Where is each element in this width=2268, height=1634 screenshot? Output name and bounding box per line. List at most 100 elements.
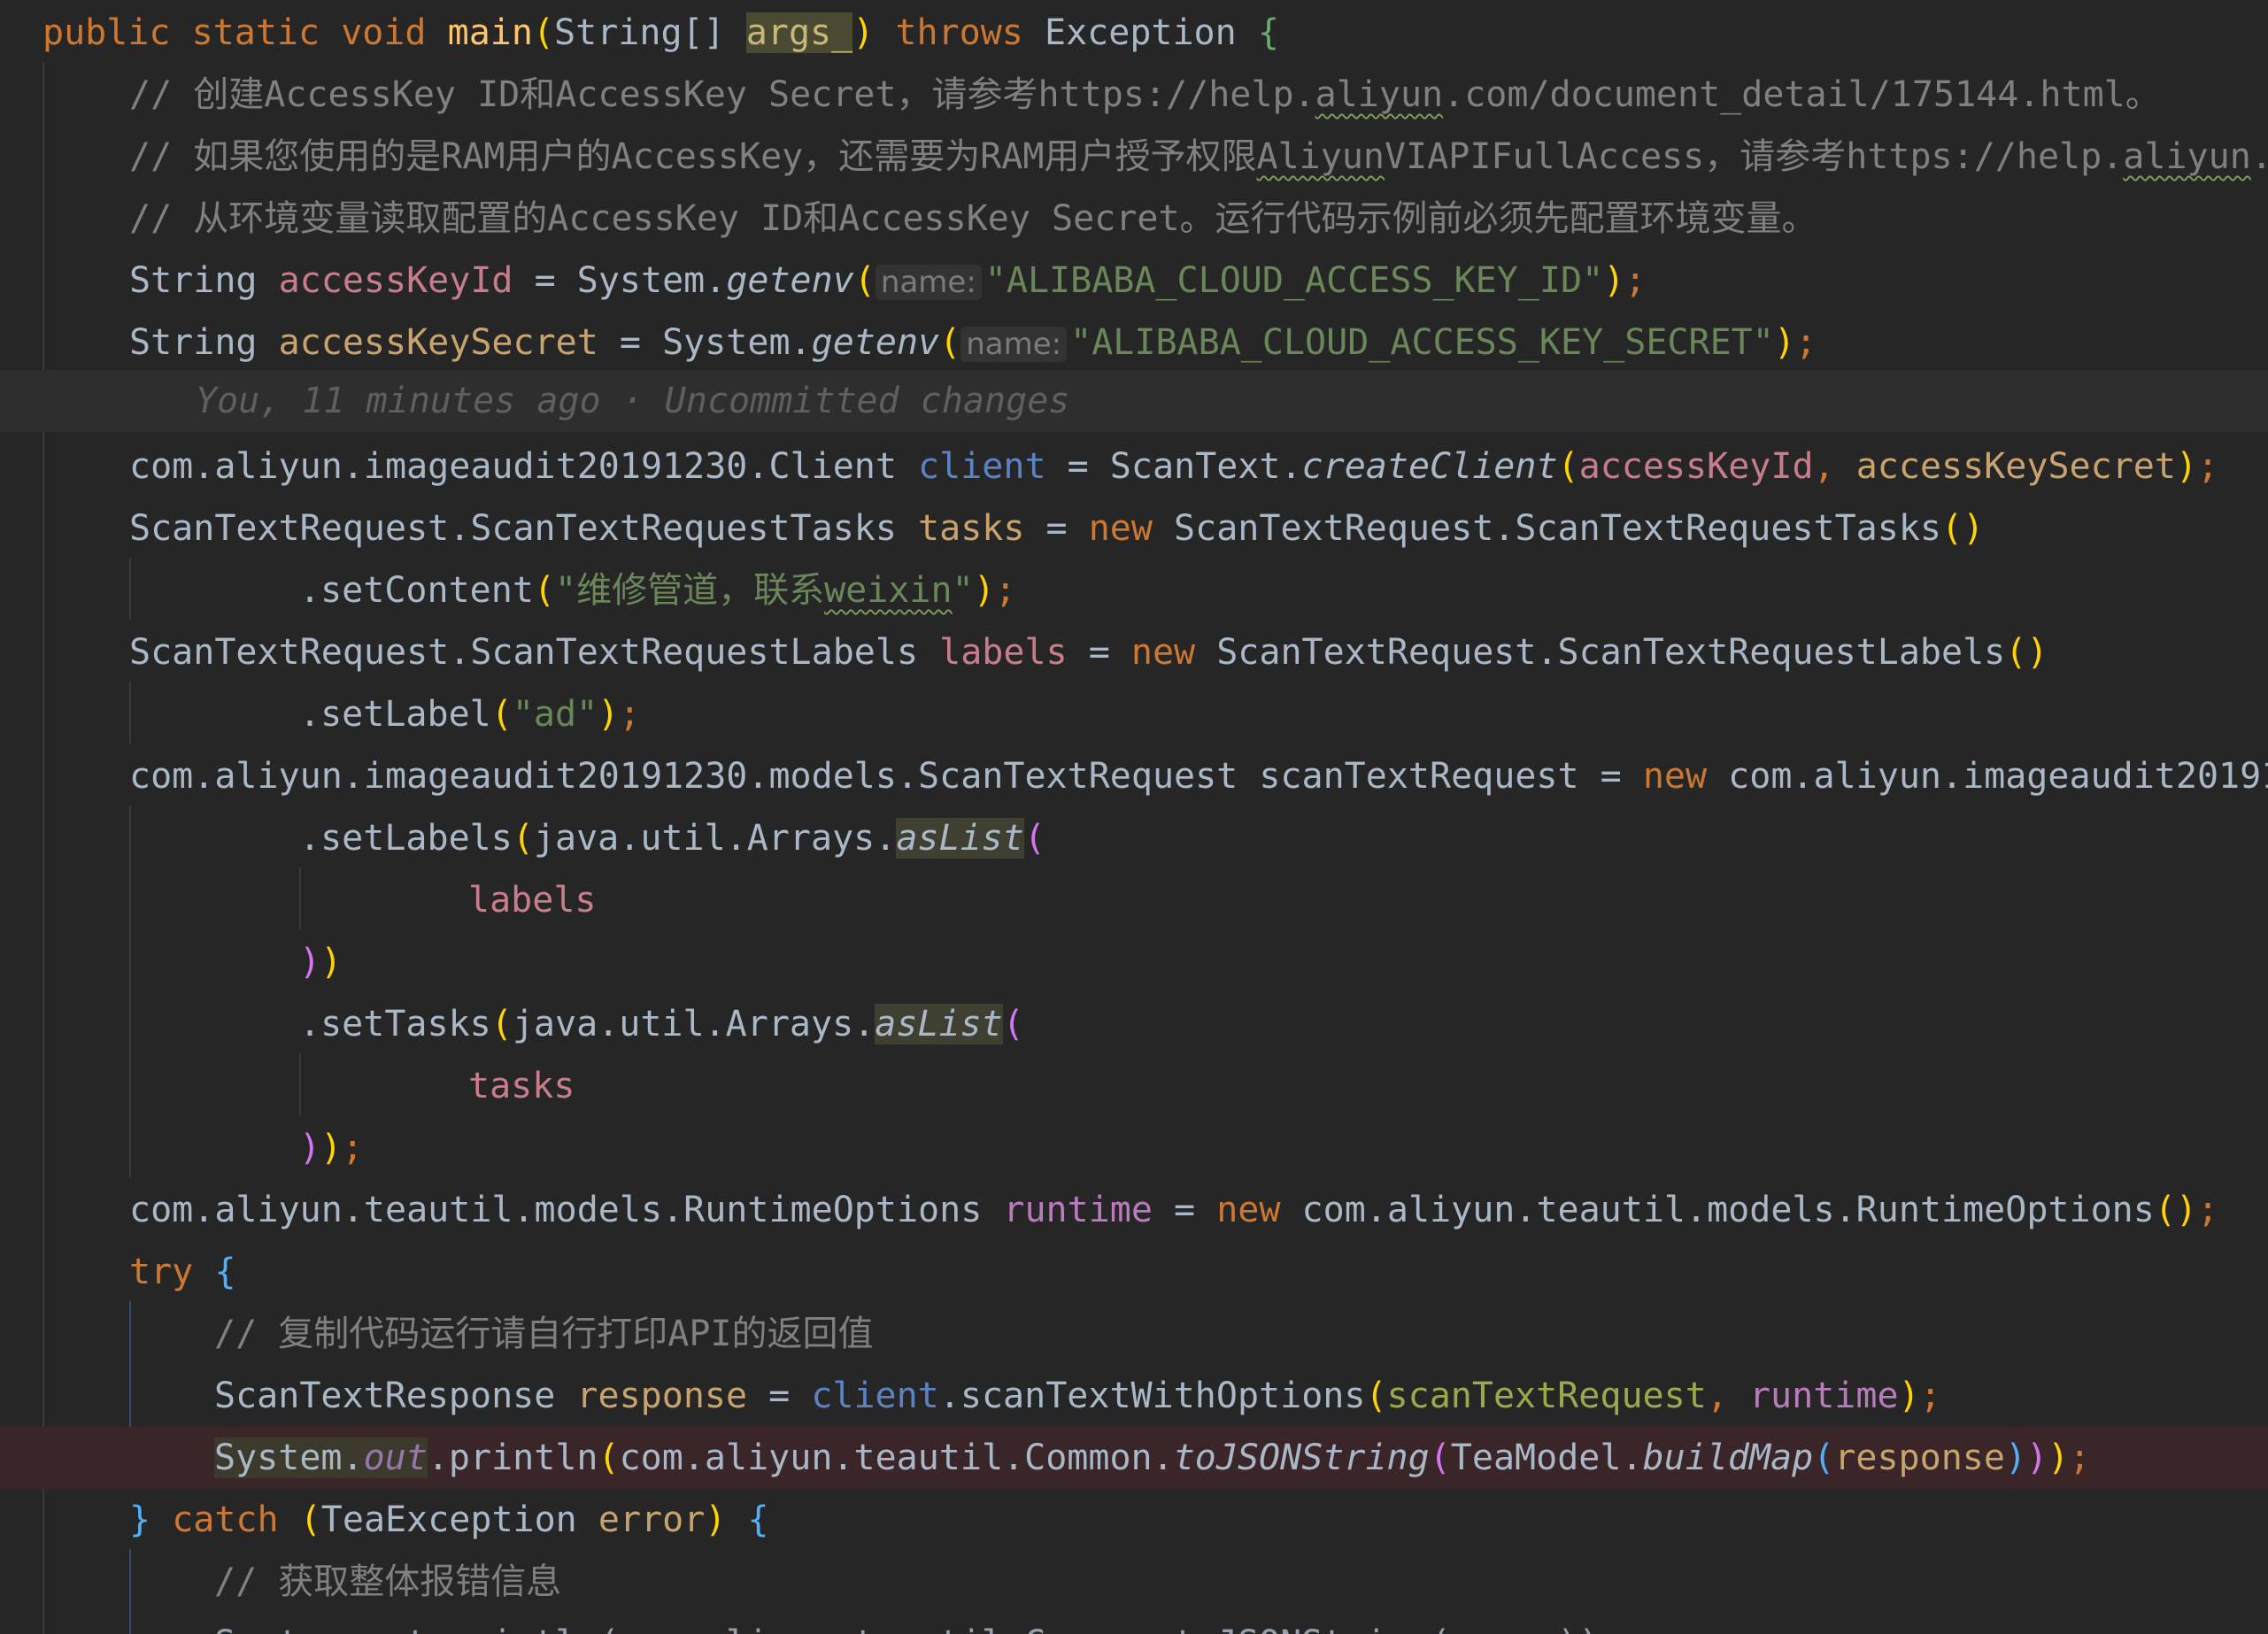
paren: (	[939, 322, 961, 363]
keyword: new	[1216, 1190, 1281, 1230]
code-line-1[interactable]: public static void main(String[] args_) …	[0, 2, 2268, 64]
comment: // 如果您使用的是RAM用户的AccessKey，还需要为RAM用户授予权限	[129, 136, 1257, 177]
code-line-21[interactable]: try {	[0, 1241, 2268, 1303]
code-line-12[interactable]: .setLabel("ad");	[0, 683, 2268, 745]
paren: (	[532, 12, 555, 53]
paren: (	[1813, 1437, 1835, 1478]
class-ref: ScanText.	[1109, 446, 1302, 487]
paren: (	[1023, 818, 1045, 859]
class-ref: System.	[662, 322, 812, 363]
comma: ,	[1706, 1376, 1749, 1416]
git-blame-annotation[interactable]: You, 11 minutes ago · Uncommitted change…	[196, 370, 1069, 432]
code-line-3[interactable]: // 如果您使用的是RAM用户的AccessKey，还需要为RAM用户授予权限A…	[0, 126, 2268, 188]
paren: ()	[2154, 1190, 2197, 1230]
code-line-7-current[interactable]: You, 11 minutes ago · Uncommitted change…	[0, 370, 2268, 432]
paren: )	[320, 1128, 343, 1168]
code-line-19[interactable]: ));	[0, 1117, 2268, 1179]
code-line-5[interactable]: String accessKeyId = System.getenv(name:…	[0, 250, 2268, 312]
type-name: com.aliyun.teautil.models.RuntimeOptions	[129, 1190, 1004, 1230]
brace: {	[1257, 12, 1279, 53]
code-line-17[interactable]: .setTasks(java.util.Arrays.asList(	[0, 993, 2268, 1055]
paren: (	[512, 818, 534, 859]
string-literal: "ALIBABA_CLOUD_ACCESS_KEY_SECRET"	[1070, 322, 1774, 363]
method-call: asList	[896, 818, 1024, 859]
code-line-18[interactable]: tasks	[0, 1055, 2268, 1117]
code-line-16[interactable]: ))	[0, 931, 2268, 993]
code-line-14[interactable]: .setLabels(java.util.Arrays.asList(	[0, 807, 2268, 869]
comment: .	[2251, 136, 2268, 177]
method-call: createClient	[1301, 446, 1558, 487]
code-line-24-error[interactable]: System.out.println(com.aliyun.teautil.Co…	[0, 1427, 2268, 1489]
paren: )	[299, 942, 321, 983]
method-call: .scanTextWithOptions	[938, 1376, 1366, 1416]
string-literal: "维修管道，联系	[555, 570, 825, 611]
comma: ,	[1813, 446, 1856, 487]
paren: )	[1603, 260, 1625, 301]
code-line-23[interactable]: ScanTextResponse response = client.scanT…	[0, 1365, 2268, 1427]
comment: // 创建AccessKey ID和AccessKey Secret，请参考ht…	[129, 74, 1315, 115]
keyword: new	[1642, 756, 1708, 797]
paren: (	[1557, 446, 1579, 487]
typo-underline: Aliyun	[1256, 136, 1385, 177]
code-line-13[interactable]: com.aliyun.imageaudit20191230.models.Sca…	[0, 745, 2268, 807]
class-ref: System.	[214, 1437, 364, 1478]
keyword: static	[191, 12, 320, 53]
code-line-6[interactable]: String accessKeySecret = System.getenv(n…	[0, 312, 2268, 374]
semicolon: ;	[1624, 260, 1647, 301]
typo-underline: aliyun	[1315, 74, 1444, 115]
class-ref: java.util.Arrays.	[512, 1004, 876, 1044]
semicolon: ;	[2197, 446, 2219, 487]
variable: labels	[939, 632, 1068, 673]
semicolon: ;	[1919, 1376, 1941, 1416]
method-name: main	[447, 12, 533, 53]
variable: response	[576, 1376, 748, 1416]
semicolon: ;	[2069, 1437, 2091, 1478]
argument: accessKeyId	[1578, 446, 1814, 487]
code-line-27-partial[interactable]: System.out.println(com.aliyun.teautil.Co…	[0, 1613, 2268, 1634]
operator: =	[598, 322, 663, 363]
paren: )	[598, 694, 620, 735]
string-literal: "ALIBABA_CLOUD_ACCESS_KEY_ID"	[984, 260, 1604, 301]
comment: .com/document_detail/175144.html。	[1443, 74, 2161, 115]
paren: )	[2026, 1437, 2048, 1478]
paren: )	[2048, 1437, 2070, 1478]
code-line-26[interactable]: // 获取整体报错信息	[0, 1551, 2268, 1613]
code-line-8[interactable]: com.aliyun.imageaudit20191230.Client cli…	[0, 435, 2268, 497]
code-line-2[interactable]: // 创建AccessKey ID和AccessKey Secret，请参考ht…	[0, 64, 2268, 126]
argument: accessKeySecret	[1855, 446, 2176, 487]
code-line-11[interactable]: ScanTextRequest.ScanTextRequestLabels la…	[0, 621, 2268, 683]
code-line-4[interactable]: // 从环境变量读取配置的AccessKey ID和AccessKey Secr…	[0, 188, 2268, 250]
comment: // 复制代码运行请自行打印API的返回值	[214, 1314, 874, 1354]
paren: )	[2004, 1437, 2027, 1478]
variable: tasks	[468, 1066, 575, 1106]
method-call: getenv	[811, 322, 940, 363]
paren: (	[490, 1004, 513, 1044]
paren: )	[2175, 446, 2198, 487]
parameter-hint: name:	[875, 265, 982, 300]
comment: // 从环境变量读取配置的AccessKey ID和AccessKey Secr…	[129, 198, 1817, 239]
code-editor[interactable]: public static void main(String[] args_) …	[0, 0, 2268, 1634]
code-line-25[interactable]: } catch (TeaException error) {	[0, 1489, 2268, 1551]
method-call: asList	[875, 1004, 1003, 1044]
class-ref: TeaModel.	[1450, 1437, 1643, 1478]
keyword: try	[129, 1252, 194, 1292]
type-name: String	[129, 260, 279, 301]
keyword: new	[1130, 632, 1196, 673]
class-ref: com.aliyun.teautil.Common.	[619, 1437, 1174, 1478]
keyword: catch	[172, 1499, 279, 1540]
operator: =	[1067, 632, 1131, 673]
type-name: com.aliyun.imageaudit20191230.Client	[129, 446, 919, 487]
keyword: public	[42, 12, 171, 53]
method-call: toJSONString	[1173, 1437, 1430, 1478]
static-field: out	[363, 1437, 428, 1478]
keyword: void	[341, 12, 427, 53]
code-line-22[interactable]: // 复制代码运行请自行打印API的返回值	[0, 1303, 2268, 1365]
paren: )	[852, 12, 875, 53]
code-line-20[interactable]: com.aliyun.teautil.models.RuntimeOptions…	[0, 1179, 2268, 1241]
type-name: com.aliyun.imageaudit20191230.models.Sca…	[129, 756, 1643, 797]
code-line-15[interactable]: labels	[0, 869, 2268, 931]
semicolon: ;	[619, 694, 641, 735]
code-line-9[interactable]: ScanTextRequest.ScanTextRequestTasks tas…	[0, 497, 2268, 559]
code-line-10[interactable]: .setContent("维修管道，联系weixin");	[0, 559, 2268, 621]
argument: scanTextRequest	[1386, 1376, 1707, 1416]
